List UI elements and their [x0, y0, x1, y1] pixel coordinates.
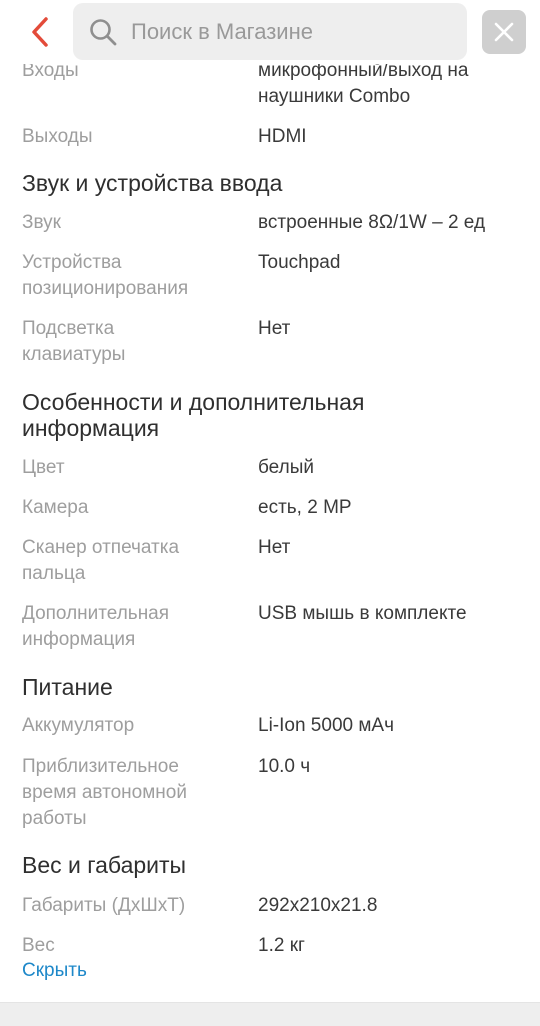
- spec-label: Аккумулятор: [22, 715, 135, 736]
- spec-label: Цвет: [22, 457, 65, 478]
- spec-value: есть, 2 MP: [258, 497, 352, 518]
- spec-value: 292x210x21.8: [258, 895, 378, 916]
- search-input[interactable]: [131, 18, 431, 45]
- hide-specs-link[interactable]: Скрыть: [22, 958, 87, 984]
- spec-label: Габариты (ДхШхТ): [22, 895, 186, 916]
- spec-label-line: время автономной: [22, 782, 187, 803]
- spec-label-line: Устройства: [22, 252, 122, 273]
- back-button[interactable]: [20, 12, 60, 52]
- spec-value: белый: [258, 457, 314, 478]
- spec-label: Устройства позиционирования: [22, 250, 242, 302]
- spec-label: Вес: [22, 935, 55, 956]
- close-icon: [494, 22, 514, 42]
- spec-label-line: Сканер отпечатка: [22, 537, 180, 558]
- search-header: [0, 0, 540, 64]
- section-title-size: Вес и габариты: [22, 852, 187, 878]
- spec-label-line: Приблизительное: [22, 756, 179, 777]
- spec-value-line: наушники Combo: [258, 86, 411, 107]
- spec-label: Сканер отпечатка пальца: [22, 535, 242, 587]
- section-title-sound: Звук и устройства ввода: [22, 170, 283, 196]
- spec-value: Нет: [258, 318, 291, 339]
- spec-value: HDMI: [258, 126, 307, 147]
- spec-label-line: Дополнительная: [22, 603, 170, 624]
- section-title-line: Особенности и дополнительная: [22, 389, 365, 415]
- spec-value: микрофонный/выход на наушники Combo: [258, 58, 528, 110]
- spec-value: Touchpad: [258, 252, 341, 273]
- spec-value: встроенные 8Ω/1W – 2 ед: [258, 212, 486, 233]
- spec-value: 10.0 ч: [258, 756, 311, 777]
- spec-value: USB мышь в комплекте: [258, 603, 467, 624]
- spec-label-line: пальца: [22, 563, 86, 584]
- spec-label-line: работы: [22, 808, 87, 829]
- section-title-line: информация: [22, 415, 160, 441]
- chevron-left-icon: [32, 17, 48, 47]
- spec-label: Подсветка клавиатуры: [22, 316, 242, 368]
- spec-label-line: клавиатуры: [22, 344, 126, 365]
- bottom-divider-strip: [0, 1002, 540, 1026]
- spec-label: Дополнительная информация: [22, 601, 242, 653]
- search-icon: [87, 16, 119, 48]
- section-title-power: Питание: [22, 674, 113, 700]
- spec-value: Li-Ion 5000 мАч: [258, 715, 394, 736]
- spec-label-line: Подсветка: [22, 318, 115, 339]
- close-search-button[interactable]: [482, 10, 526, 54]
- spec-label-line: информация: [22, 629, 136, 650]
- spec-value: Нет: [258, 537, 291, 558]
- spec-label: Приблизительное время автономной работы: [22, 754, 242, 832]
- search-box[interactable]: [73, 3, 467, 60]
- spec-label-line: позиционирования: [22, 278, 189, 299]
- spec-label: Звук: [22, 212, 61, 233]
- screen: Входы микрофонный/выход на наушники Comb…: [0, 0, 540, 1026]
- spec-value: 1.2 кг: [258, 935, 305, 956]
- spec-label: Камера: [22, 497, 89, 518]
- spec-label: Выходы: [22, 126, 93, 147]
- section-title-extra: Особенности и дополнительная информация: [22, 389, 522, 441]
